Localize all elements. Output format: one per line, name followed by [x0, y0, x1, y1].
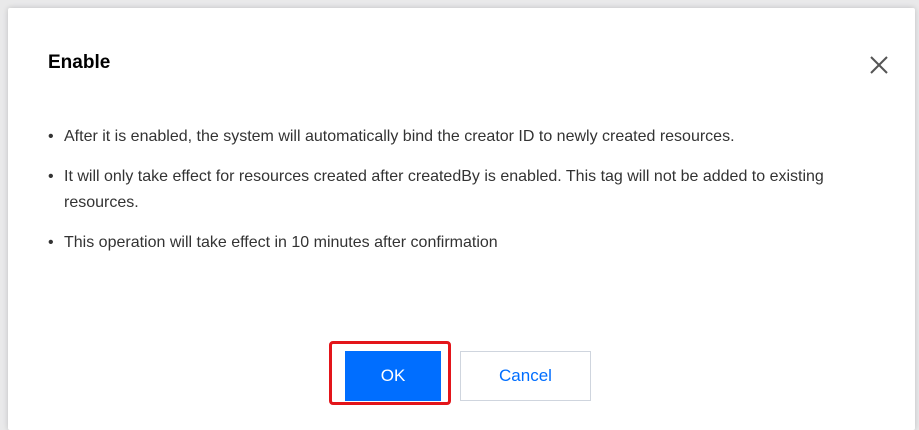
list-item: • This operation will take effect in 10 … [48, 230, 868, 256]
ok-button[interactable]: OK [345, 351, 441, 401]
list-item: • After it is enabled, the system will a… [48, 124, 868, 150]
list-item-text: After it is enabled, the system will aut… [64, 128, 735, 145]
list-item: • It will only take effect for resources… [48, 164, 868, 216]
bullet-icon: • [48, 234, 54, 251]
bullet-icon: • [48, 168, 54, 185]
enable-dialog: Enable • After it is enabled, the system… [8, 8, 915, 430]
close-icon [870, 56, 888, 74]
list-item-text: It will only take effect for resources c… [64, 168, 824, 211]
info-list: • After it is enabled, the system will a… [48, 124, 868, 270]
dialog-title: Enable [48, 52, 111, 73]
close-button[interactable] [868, 54, 890, 76]
cancel-button[interactable]: Cancel [460, 351, 591, 401]
list-item-text: This operation will take effect in 10 mi… [64, 234, 498, 251]
bullet-icon: • [48, 128, 54, 145]
